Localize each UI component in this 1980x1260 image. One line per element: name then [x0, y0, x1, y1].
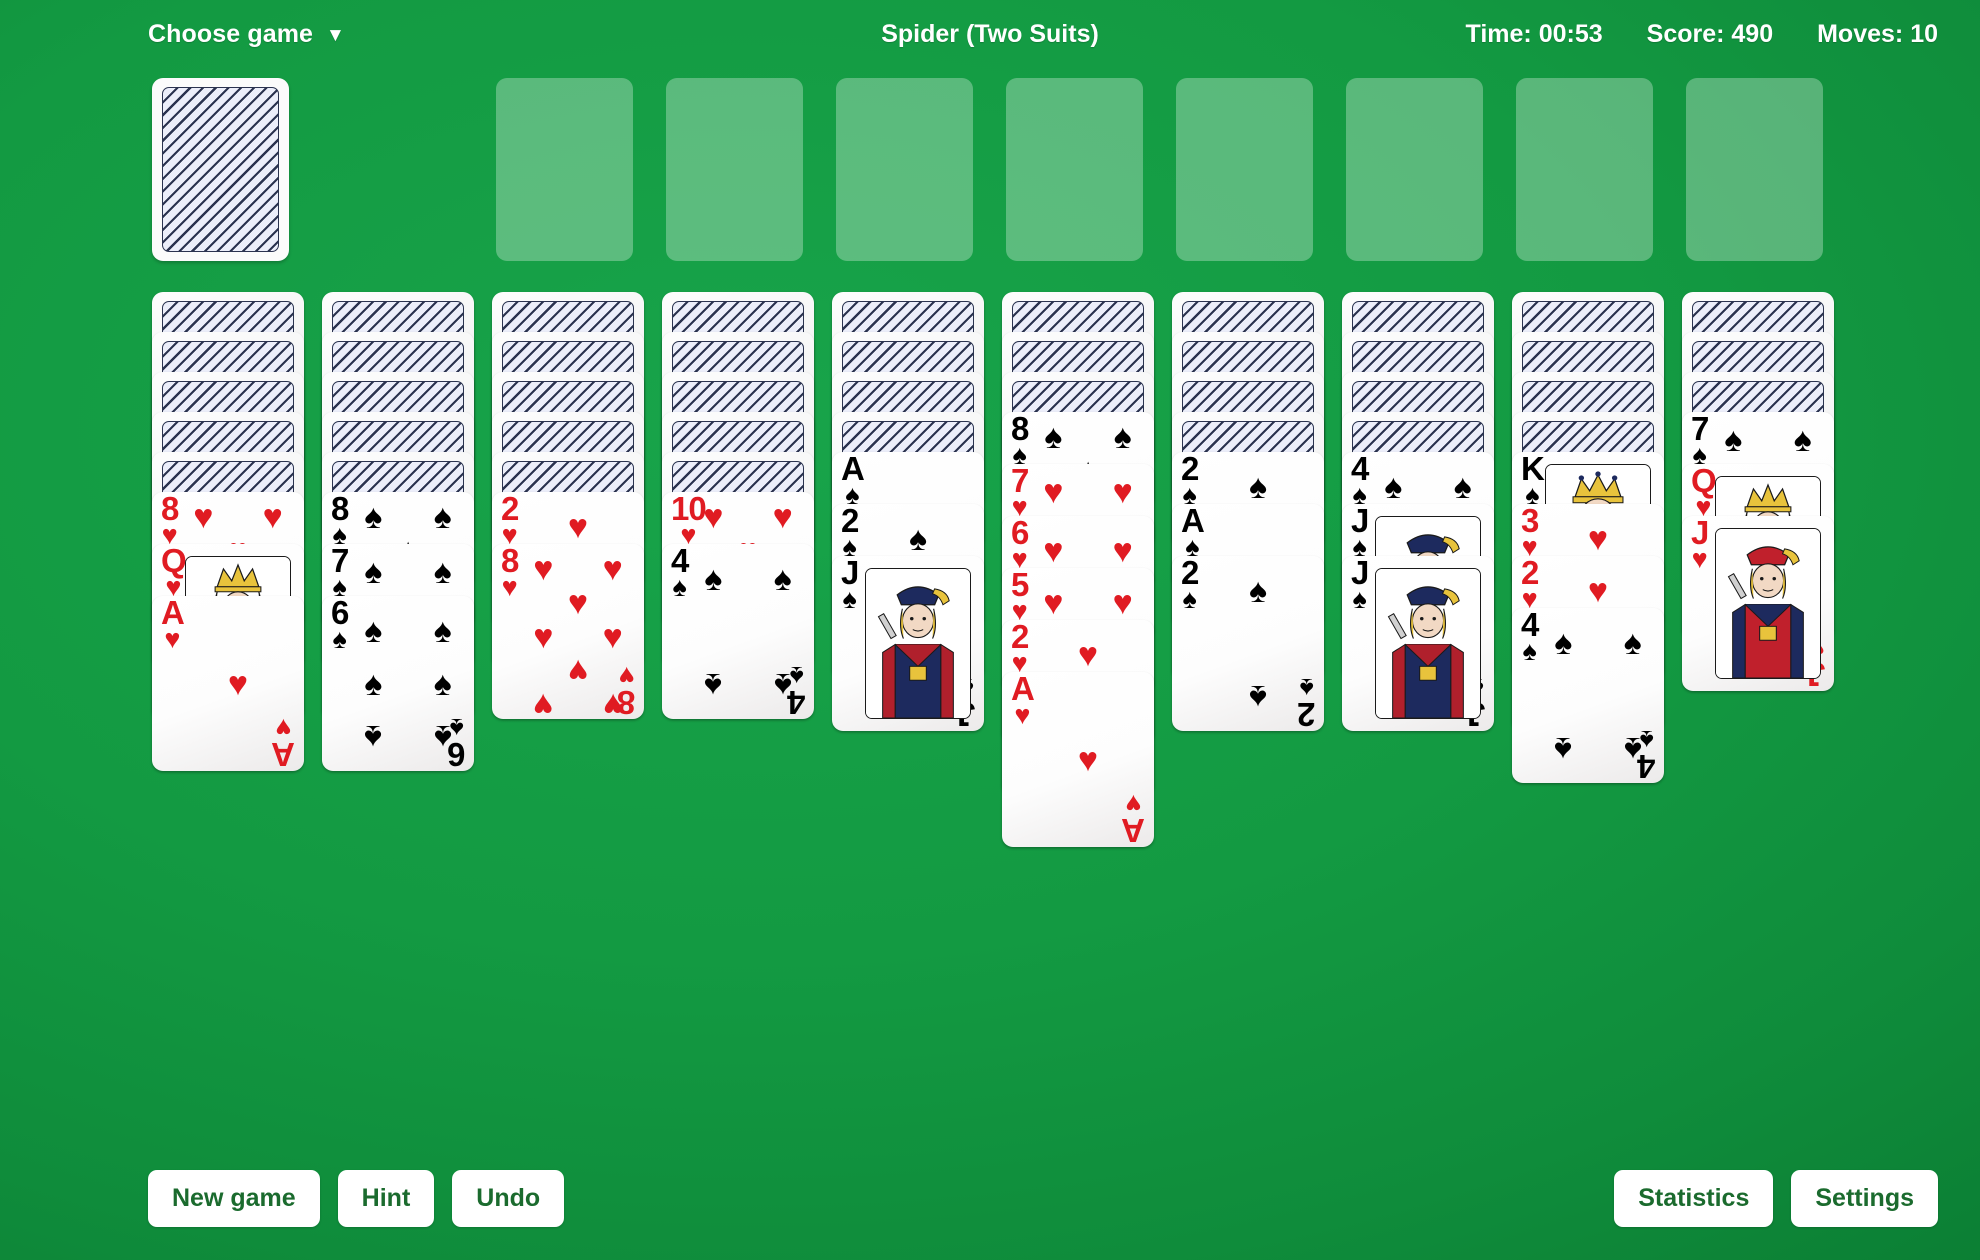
card-corner-rank-suit: K♠ [1521, 452, 1545, 511]
card-corner-rank-suit: A♠ [1181, 504, 1205, 563]
card-face-up[interactable]: 6 ♠ 6 ♠ ♠ ♠ ♠ ♠ ♠ ♠ [322, 596, 474, 771]
foundation-slot[interactable] [496, 78, 633, 261]
card-corner-rank-suit: 4♠ [1637, 724, 1655, 783]
card-corner-rank-suit: A ♥ [272, 712, 295, 771]
foundation-slot[interactable] [1346, 78, 1483, 261]
foundation-slot[interactable] [1686, 78, 1823, 261]
settings-button[interactable]: Settings [1791, 1170, 1938, 1227]
game-stats: Time: 00:53 Score: 490 Moves: 10 [1466, 20, 1938, 49]
card-face-up[interactable]: 4♠4♠♠♠♠♠ [662, 544, 814, 719]
card-face-up[interactable]: J♥J♥ [1682, 516, 1834, 691]
court-card-picture [1715, 528, 1821, 679]
card-face-up[interactable]: 8♥ 8♥♥♥♥♥♥♥♥♥ [492, 544, 644, 719]
court-card-picture [865, 568, 971, 719]
foundation-slot[interactable] [666, 78, 803, 261]
right-toolbar: Statistics Settings [1614, 1170, 1938, 1227]
foundation-slot[interactable] [836, 78, 973, 261]
foundation-slot[interactable] [1006, 78, 1143, 261]
card-corner-rank-suit: 8♥ [161, 492, 179, 551]
card-face-up[interactable]: J♠J♠ [1342, 556, 1494, 731]
card-face-up[interactable]: 4♠4♠♠♠♠♠ [1512, 608, 1664, 783]
hint-button[interactable]: Hint [337, 1170, 435, 1227]
card-corner-rank-suit: 7♠ [1691, 412, 1709, 471]
card-back-pattern-icon [162, 87, 279, 252]
card-corner-rank-suit: 5♥ [1011, 568, 1029, 627]
card-face-up[interactable]: A ♥ A ♥ ♥ [152, 596, 304, 771]
card-corner-rank-suit: 4♠ [787, 660, 805, 719]
foundation-slot[interactable] [1176, 78, 1313, 261]
new-game-button[interactable]: New game [148, 1170, 320, 1227]
card-corner-rank-suit: A♠ [841, 452, 865, 511]
card-face-up[interactable]: J♠J♠ [832, 556, 984, 731]
card-corner-rank-suit: 6♥ [1011, 516, 1029, 575]
undo-button[interactable]: Undo [452, 1170, 565, 1227]
card-pips: ♠♠♠♠ [704, 559, 792, 704]
card-corner-rank-suit: A ♥ [1122, 788, 1145, 847]
score-display: Score: 490 [1646, 20, 1774, 48]
card-corner-rank-suit: 6 ♠ [447, 712, 465, 771]
card-pips: ♠♠♠♠ [1554, 623, 1642, 768]
stock-pile[interactable] [152, 78, 289, 261]
stock-and-foundations-row [0, 78, 1980, 268]
card-corner-rank-suit: J♠ [1351, 504, 1369, 563]
card-pips: ♠ ♠ ♠ ♠ ♠ ♠ [364, 611, 452, 756]
card-corner-rank-suit: 6 ♠ [331, 596, 349, 655]
left-toolbar: New game Hint Undo [148, 1170, 565, 1227]
card-corner-rank-suit: 4♠ [1351, 452, 1369, 511]
card-corner-rank-suit: 2♠ [841, 504, 859, 563]
card-corner-rank-suit: 4♠ [671, 544, 689, 603]
card-corner-rank-suit: 8♠ [1011, 412, 1029, 471]
card-corner-rank-suit: 8♥ [501, 544, 519, 603]
card-corner-rank-suit: 2♠ [1181, 452, 1199, 511]
card-corner-rank-suit: 2♥ [501, 492, 519, 551]
time-display: Time: 00:53 [1465, 20, 1603, 48]
card-corner-rank-suit: A ♥ [1011, 672, 1035, 731]
card-corner-rank-suit: J♥ [1691, 516, 1709, 575]
card-corner-rank-suit: Q♥ [161, 544, 187, 603]
card-corner-rank-suit: 8♥ [617, 660, 635, 719]
foundation-slot[interactable] [1516, 78, 1653, 261]
card-corner-rank-suit: A ♥ [161, 596, 185, 655]
card-face-up[interactable]: 2♠ 2♠ ♠♠ [1172, 556, 1324, 731]
card-corner-rank-suit: 4♠ [1521, 608, 1539, 667]
card-corner-rank-suit: 7♠ [331, 544, 349, 603]
card-corner-rank-suit: 2♥ [1521, 556, 1539, 615]
card-corner-rank-suit: Q♥ [1691, 464, 1717, 523]
card-corner-rank-suit: 10♥ [671, 492, 707, 551]
court-card-picture [1375, 568, 1481, 719]
card-corner-rank-suit: 8♠ [331, 492, 349, 551]
card-corner-rank-suit: 2♥ [1011, 620, 1029, 679]
card-corner-rank-suit: 3♥ [1521, 504, 1539, 563]
card-pips: ♥♥♥♥♥♥♥♥ [533, 550, 623, 719]
card-corner-rank-suit: 2♠ [1297, 672, 1315, 731]
card-corner-rank-suit: 7♥ [1011, 464, 1029, 523]
top-status-bar: Choose game ▼ Spider (Two Suits) Time: 0… [0, 0, 1980, 62]
card-corner-rank-suit: J♠ [1351, 556, 1369, 615]
statistics-button[interactable]: Statistics [1614, 1170, 1774, 1227]
card-corner-rank-suit: J♠ [841, 556, 859, 615]
card-face-up[interactable]: A ♥ A ♥ ♥ [1002, 672, 1154, 847]
card-corner-rank-suit: 2♠ [1181, 556, 1199, 615]
moves-display: Moves: 10 [1817, 20, 1938, 48]
card-pips: ♠♠ [1248, 571, 1268, 716]
